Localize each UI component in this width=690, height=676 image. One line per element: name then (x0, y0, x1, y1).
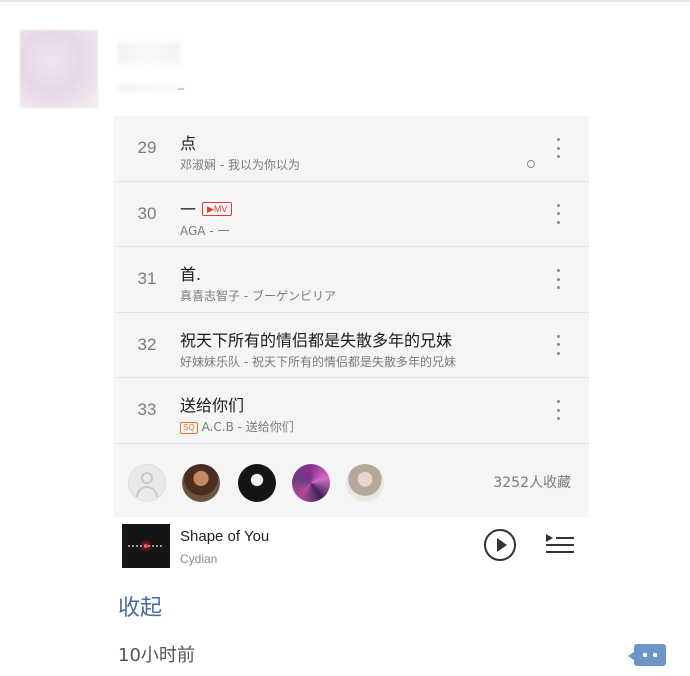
song-row[interactable]: 32 祝天下所有的情侣都是失散多年的兄妹 好妹妹乐队 - 祝天下所有的情侣都是失… (114, 313, 589, 379)
song-artist-album: 好妹妹乐队 - 祝天下所有的情侣都是失散多年的兄妹 (180, 354, 456, 369)
song-artist-album: 真喜志智子 - ブーゲンビリア (180, 289, 336, 304)
collectors-row[interactable]: 3252人收藏 (114, 451, 589, 515)
song-title-wrap: 一 ▶MV (180, 196, 233, 220)
collector-avatar[interactable] (292, 464, 330, 502)
collect-count[interactable]: 3252人收藏 (493, 451, 571, 515)
ellipsis-mark (178, 88, 184, 90)
mv-badge[interactable]: ▶MV (202, 201, 233, 216)
now-playing-artist: Cydian (180, 552, 218, 566)
comment-icon[interactable] (628, 644, 666, 666)
user-avatar-blurred[interactable] (20, 30, 98, 108)
song-number: 32 (137, 334, 157, 354)
post-timestamp: 10小时前 (118, 645, 195, 666)
username-blurred (118, 42, 180, 64)
now-playing-title: Shape of You (180, 528, 270, 545)
song-row[interactable]: 29 点 邓淑娴 - 我以为你以为 (114, 116, 589, 182)
more-vertical-icon[interactable] (553, 203, 563, 224)
song-row[interactable]: 33 送给你们 SQ A.C.B - 送给你们 (114, 378, 589, 444)
song-artist-album: 邓淑娴 - 我以为你以为 (180, 158, 300, 172)
song-artist-album: A.C.B - 送给你们 (201, 420, 294, 435)
post-meta-blurred (118, 84, 182, 92)
mini-player[interactable]: Shape of You Cydian (114, 517, 589, 576)
song-row[interactable]: 31 首. 真喜志智子 - ブーゲンビリア (114, 247, 589, 313)
sq-badge: SQ (180, 422, 198, 435)
song-number: 33 (137, 400, 157, 420)
more-vertical-icon[interactable] (553, 400, 563, 421)
album-cover[interactable] (122, 524, 170, 568)
song-title: 点 (180, 134, 197, 153)
top-divider (0, 0, 690, 2)
song-number: 30 (137, 203, 157, 223)
more-vertical-icon[interactable] (553, 269, 563, 290)
collector-avatar[interactable] (182, 464, 220, 502)
song-title: 祝天下所有的情侣都是失散多年的兄妹 (180, 330, 453, 350)
user-placeholder-avatar[interactable] (128, 464, 166, 502)
more-vertical-icon[interactable] (553, 334, 563, 355)
song-number: 31 (137, 269, 157, 289)
playlist-icon[interactable] (546, 533, 576, 557)
collapse-link[interactable]: 收起 (118, 590, 162, 622)
more-vertical-icon[interactable] (553, 138, 563, 158)
song-artist-album: AGA - 一 (180, 223, 230, 238)
collector-avatar[interactable] (238, 464, 276, 502)
play-icon[interactable] (484, 529, 516, 561)
music-share-card[interactable]: 29 点 邓淑娴 - 我以为你以为 30 一 ▶MV AGA - 一 31 首. … (114, 116, 589, 576)
song-row[interactable]: 30 一 ▶MV AGA - 一 (114, 182, 589, 248)
song-list: 29 点 邓淑娴 - 我以为你以为 30 一 ▶MV AGA - 一 31 首. … (114, 116, 589, 444)
song-title: 首. (180, 265, 202, 285)
collector-avatar[interactable] (346, 464, 384, 502)
status-circle-icon (527, 160, 535, 168)
song-artist-album-wrap: SQ A.C.B - 送给你们 (180, 418, 294, 435)
song-number: 29 (137, 138, 157, 157)
song-title: 送给你们 (180, 396, 245, 416)
song-title: 一 (180, 199, 197, 219)
